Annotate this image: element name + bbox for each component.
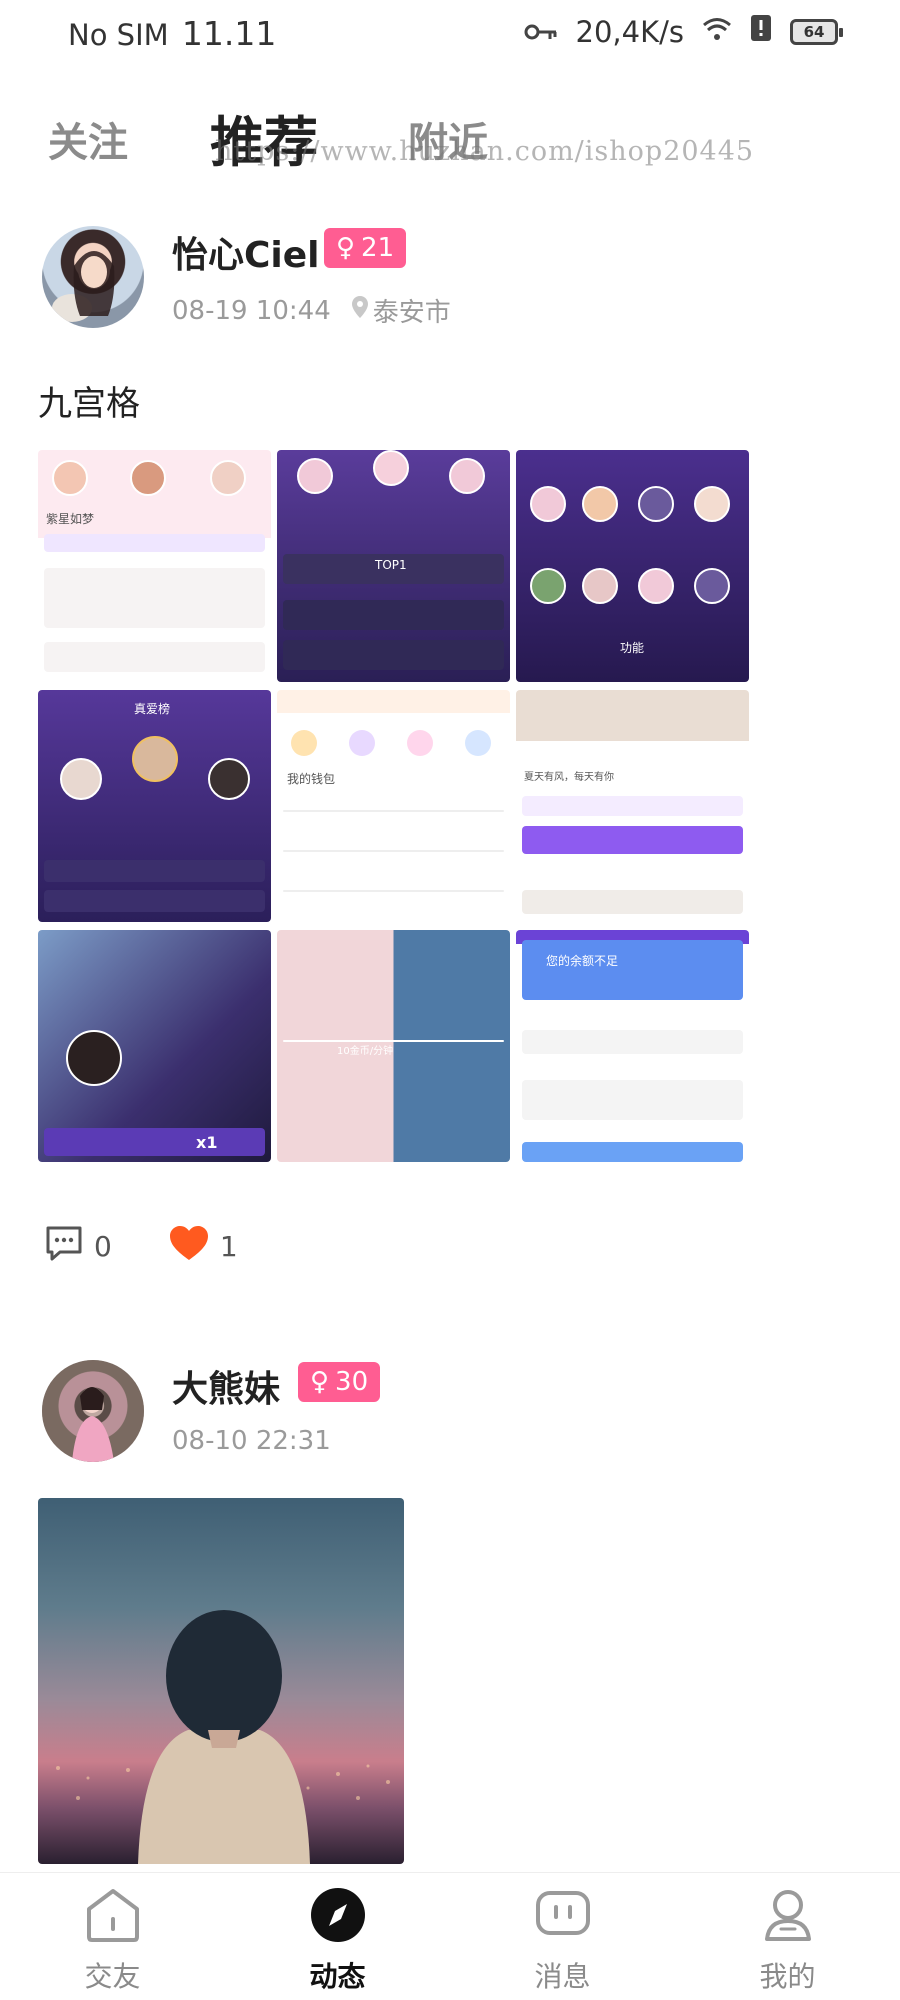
person-icon (759, 1887, 817, 1947)
age-label: 21 (361, 233, 395, 263)
grid-image[interactable]: x1 (38, 930, 271, 1162)
carrier-label: No SIM (68, 18, 169, 52)
post-meta: 08-10 22:31 (172, 1426, 331, 1456)
post-actions: 0 1 (44, 1224, 238, 1269)
post-card: 大熊妹 ♀ 30 08-10 22:31 (0, 1360, 900, 1864)
comment-count: 0 (94, 1230, 112, 1263)
post-username[interactable]: 大熊妹 (172, 1360, 280, 1412)
location-label: 泰安市 (372, 298, 451, 328)
avatar[interactable] (42, 1360, 144, 1462)
like-button[interactable]: 1 (168, 1224, 238, 1269)
post-datetime: 08-10 22:31 (172, 1426, 331, 1456)
clock: 11.11 (181, 14, 277, 53)
grid-image[interactable]: 您的余额不足 (516, 930, 749, 1162)
avatar[interactable] (42, 226, 144, 328)
watermark: https://www.huzhan.com/ishop20445 (215, 136, 755, 167)
location-pin-icon (351, 295, 369, 326)
post-meta: 08-19 10:44 泰安市 (172, 292, 451, 329)
grid-image[interactable]: 紫星如梦 (38, 450, 271, 682)
bottom-nav: 交友 动态 消息 我的 (0, 1872, 900, 2000)
nav-label: 我的 (759, 1960, 816, 1993)
grid-image[interactable]: 功能 (516, 450, 749, 682)
comment-icon (44, 1224, 84, 1269)
home-icon (84, 1887, 142, 1947)
comment-button[interactable]: 0 (44, 1224, 112, 1269)
compass-icon (309, 1887, 367, 1947)
nav-item-messages[interactable]: 消息 (450, 1873, 675, 2000)
nav-item-moments[interactable]: 动态 (225, 1873, 450, 2000)
network-speed: 20,4K/s (575, 14, 684, 49)
status-right: 20,4K/s 64 (524, 14, 843, 49)
post-text: 九宫格 (38, 384, 140, 424)
battery-icon: 64 (790, 18, 843, 45)
grid-label: 功能 (620, 641, 645, 655)
image-grid: 紫星如梦 TOP1 功能 真爱榜 我的钱包 夏天有风，每天有你 x1 10金币/… (38, 450, 752, 1162)
post-card: 怡心Ciel ♀ 21 08-19 10:44 泰安市 九宫格 紫星如梦 TOP… (0, 222, 900, 1263)
nav-item-me[interactable]: 我的 (675, 1873, 900, 2000)
nav-label: 动态 (309, 1960, 366, 1993)
post-image[interactable] (38, 1498, 404, 1864)
female-icon: ♀ (336, 233, 356, 263)
nav-label: 交友 (84, 1960, 141, 1993)
grid-label: TOP1 (375, 558, 407, 572)
alert-icon (750, 14, 772, 49)
status-left: No SIM 11.11 (68, 14, 276, 53)
grid-label: 真爱榜 (134, 702, 171, 716)
gender-age-badge: ♀ 21 (324, 228, 407, 268)
grid-label: 夏天有风，每天有你 (524, 772, 614, 783)
nav-label: 消息 (534, 1960, 591, 1993)
grid-image[interactable]: TOP1 (277, 450, 510, 682)
age-label: 30 (335, 1367, 369, 1397)
tab-follow[interactable]: 关注 (48, 110, 128, 168)
message-icon (534, 1887, 592, 1947)
grid-label: 紫星如梦 (46, 512, 95, 526)
post-username[interactable]: 怡心Ciel (172, 226, 320, 278)
like-count: 1 (219, 1230, 238, 1263)
heart-icon (168, 1224, 210, 1269)
grid-label: x1 (196, 1133, 218, 1152)
grid-image[interactable]: 夏天有风，每天有你 (516, 690, 749, 922)
grid-image[interactable]: 我的钱包 (277, 690, 510, 922)
grid-image[interactable]: 10金币/分钟 (277, 930, 510, 1162)
wifi-icon (702, 15, 732, 49)
post-datetime: 08-19 10:44 (172, 295, 331, 326)
female-icon: ♀ (310, 1367, 330, 1397)
key-icon (524, 15, 558, 49)
nav-item-friends[interactable]: 交友 (0, 1873, 225, 2000)
status-bar: No SIM 11.11 20,4K/s 64 (0, 0, 900, 62)
grid-label: 10金币/分钟 (337, 1046, 394, 1057)
feed-tabs: 关注 推荐 附近 https://www.huzhan.com/ishop204… (0, 92, 900, 182)
post-location: 泰安市 (351, 292, 451, 329)
grid-label: 我的钱包 (287, 772, 336, 786)
gender-age-badge: ♀ 30 (298, 1362, 381, 1402)
grid-label: 您的余额不足 (546, 954, 619, 968)
grid-image[interactable]: 真爱榜 (38, 690, 271, 922)
